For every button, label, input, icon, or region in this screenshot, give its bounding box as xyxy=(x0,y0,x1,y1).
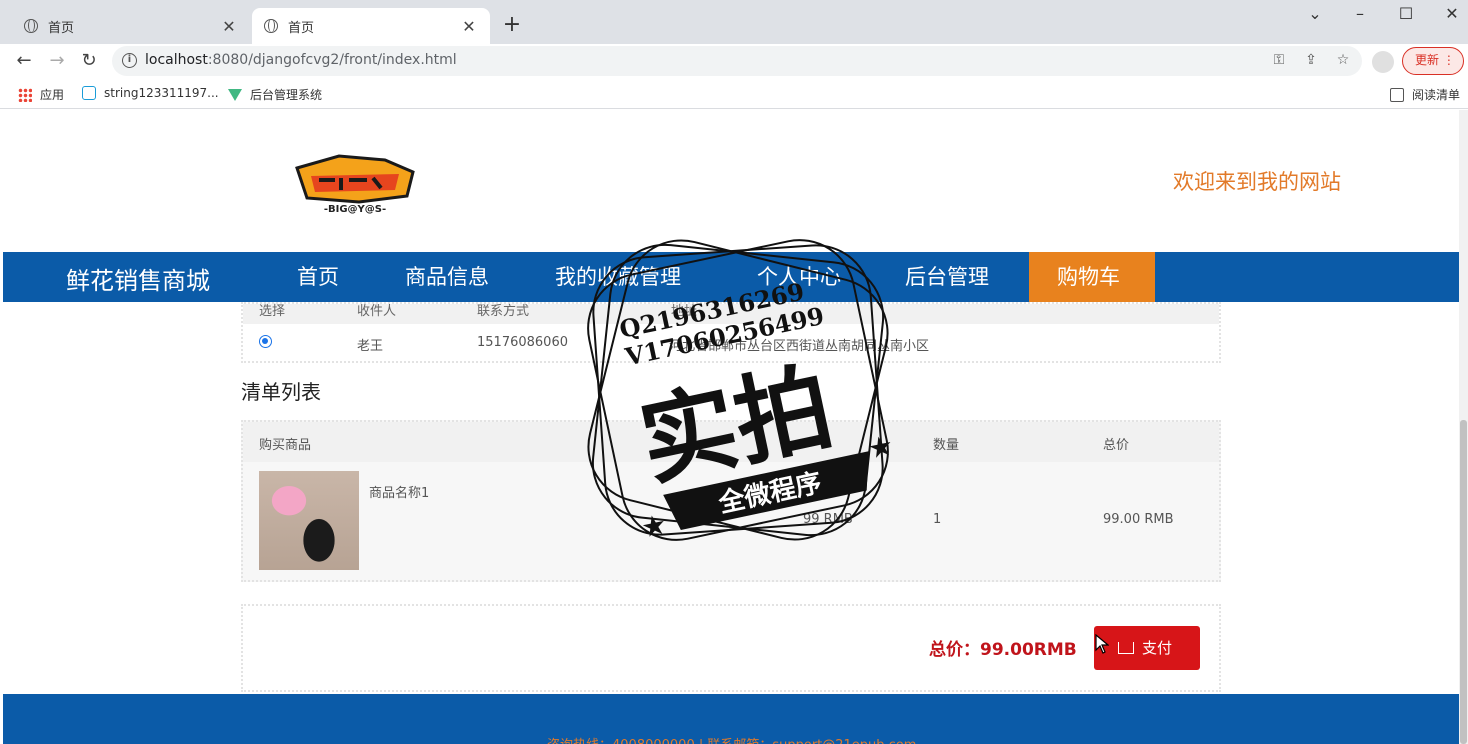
maximize-button[interactable]: ☐ xyxy=(1394,4,1418,23)
pay-button[interactable]: 支付 xyxy=(1094,626,1200,670)
recipient-name: 老王 xyxy=(357,339,384,354)
vue-icon xyxy=(228,88,242,101)
profile-avatar[interactable] xyxy=(1372,51,1394,73)
bookmark-label: string123311197... xyxy=(104,86,219,100)
browser-tab-strip: 首页 ✕ 首页 ✕ + ⌄ – ☐ ✕ xyxy=(0,0,1468,44)
welcome-text: 欢迎来到我的网站 xyxy=(1173,170,1341,194)
tab-search-icon[interactable]: ⌄ xyxy=(1303,4,1327,23)
bookmark-apps[interactable]: 应用 xyxy=(18,86,64,103)
star-icon: ★ xyxy=(865,428,896,465)
reload-button[interactable]: ↻ xyxy=(77,49,101,73)
browser-toolbar: ← → ↻ i localhost:8080/djangofcvg2/front… xyxy=(0,44,1468,79)
product-quantity: 1 xyxy=(933,512,942,527)
site-logo[interactable]: -BIG@Y@S- xyxy=(289,150,421,216)
checkout-box: 总价：99.00RMB 支付 xyxy=(241,604,1221,692)
url-text: localhost:8080/djangofcvg2/front/index.h… xyxy=(145,52,457,68)
share-icon[interactable]: ⇪ xyxy=(1302,52,1320,68)
order-list-title: 清单列表 xyxy=(241,380,321,404)
reading-list-button[interactable]: 阅读清单 xyxy=(1390,86,1460,103)
recipient-phone: 15176086060 xyxy=(477,335,568,350)
apps-icon xyxy=(18,87,32,102)
globe-icon xyxy=(24,19,38,33)
update-button[interactable]: 更新 ⋮ xyxy=(1402,47,1464,75)
product-total: 99.00 RMB xyxy=(1103,512,1174,527)
address-radio[interactable] xyxy=(259,335,272,348)
new-tab-button[interactable]: + xyxy=(500,13,524,37)
product-name[interactable]: 商品名称1 xyxy=(369,482,429,501)
bookmark-string[interactable]: string123311197... xyxy=(82,86,219,100)
key-icon[interactable]: ⚿ xyxy=(1270,52,1288,68)
minimize-button[interactable]: – xyxy=(1348,4,1372,23)
nav-item-home[interactable]: 首页 xyxy=(269,252,367,302)
footer: 咨询热线：4008000000 | 联系邮箱：support@21epub.co… xyxy=(3,694,1459,744)
bookmark-label: 应用 xyxy=(40,88,65,102)
pay-label: 支付 xyxy=(1142,639,1173,657)
svg-text:-BIG@Y@S-: -BIG@Y@S- xyxy=(324,204,386,215)
back-button[interactable]: ← xyxy=(12,49,36,73)
browser-tab[interactable]: 首页 ✕ xyxy=(12,8,250,44)
tab-title: 首页 xyxy=(48,20,75,36)
bookmark-admin[interactable]: 后台管理系统 xyxy=(228,86,322,103)
column-header: 联系方式 xyxy=(477,304,530,319)
browser-tab-active[interactable]: 首页 ✕ xyxy=(252,8,490,44)
close-window-button[interactable]: ✕ xyxy=(1440,4,1464,23)
column-header: 数量 xyxy=(933,438,960,453)
globe-icon xyxy=(264,19,278,33)
column-header: 收件人 xyxy=(357,304,397,319)
cart-icon xyxy=(1118,642,1134,654)
close-icon[interactable]: ✕ xyxy=(460,17,478,36)
info-icon[interactable]: i xyxy=(122,53,137,68)
web-page: -BIG@Y@S- 欢迎来到我的网站 鲜花销售商城 首页 商品信息 我的收藏管理… xyxy=(3,110,1459,744)
watermark-stamp: Q2196316269 V17060256499 实拍 全微程序 ★ ★ xyxy=(587,239,896,545)
bookmarks-bar: 应用 string123311197... 后台管理系统 阅读清单 xyxy=(0,79,1468,109)
total-price: 总价：99.00RMB xyxy=(929,640,1077,660)
close-icon[interactable]: ✕ xyxy=(220,17,238,36)
column-header: 选择 xyxy=(259,304,286,319)
page-scrollbar[interactable] xyxy=(1459,110,1468,744)
forward-button[interactable]: → xyxy=(45,49,69,73)
product-image[interactable] xyxy=(259,471,359,570)
mouse-cursor-icon xyxy=(1095,634,1109,654)
bookmark-label: 后台管理系统 xyxy=(250,88,323,102)
nav-item-cart[interactable]: 购物车 xyxy=(1029,252,1155,302)
brand-title[interactable]: 鲜花销售商城 xyxy=(66,261,210,296)
tab-title: 首页 xyxy=(288,20,315,36)
star-icon: ★ xyxy=(638,507,669,544)
star-icon[interactable]: ☆ xyxy=(1334,52,1352,68)
reading-list-label: 阅读清单 xyxy=(1412,88,1461,102)
column-header: 总价 xyxy=(1103,438,1130,453)
footer-contact: 咨询热线：4008000000 | 联系邮箱：support@21epub.co… xyxy=(547,734,916,744)
column-header: 购买商品 xyxy=(259,438,312,453)
address-bar[interactable]: i localhost:8080/djangofcvg2/front/index… xyxy=(112,46,1362,76)
scrollbar-thumb[interactable] xyxy=(1460,420,1467,744)
nav-item-products[interactable]: 商品信息 xyxy=(377,252,517,302)
reading-list-icon xyxy=(1390,87,1404,102)
bilibili-icon xyxy=(82,86,96,100)
